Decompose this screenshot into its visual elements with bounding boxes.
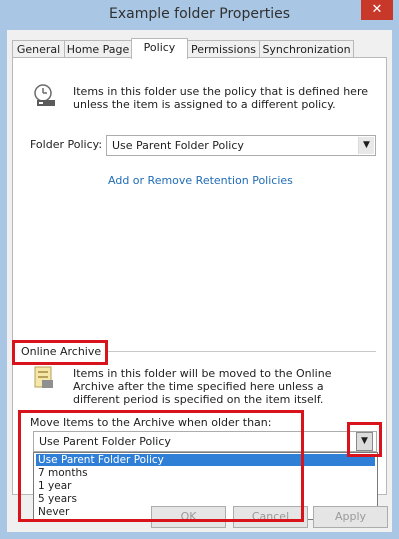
tab-permissions[interactable]: Permissions: [187, 40, 260, 58]
folder-policy-label: Folder Policy:: [30, 138, 103, 151]
properties-window: Example folder Properties ✕ General Home…: [0, 0, 399, 539]
close-button[interactable]: ✕: [361, 0, 393, 20]
archive-icon: [33, 365, 55, 389]
retention-policy-icon: [33, 83, 59, 109]
chevron-down-icon[interactable]: ▼: [358, 137, 374, 154]
policy-description: Items in this folder use the policy that…: [73, 85, 368, 111]
add-remove-policies-link[interactable]: Add or Remove Retention Policies: [108, 174, 293, 187]
dropdown-arrow-highlight: [347, 422, 382, 457]
title-bar[interactable]: Example folder Properties ✕: [0, 0, 399, 30]
tab-policy[interactable]: Policy: [131, 38, 188, 59]
folder-policy-value: Use Parent Folder Policy: [112, 139, 244, 152]
close-icon: ✕: [371, 2, 383, 17]
tab-synchronization[interactable]: Synchronization: [259, 40, 354, 58]
folder-policy-select[interactable]: Use Parent Folder Policy ▼: [106, 135, 376, 156]
window-title: Example folder Properties: [108, 6, 291, 22]
archive-description: Items in this folder will be moved to th…: [73, 367, 332, 406]
archive-dropdown-highlight: [18, 410, 304, 522]
tab-home-page[interactable]: Home Page: [64, 40, 132, 58]
apply-button[interactable]: Apply: [313, 506, 388, 528]
section-divider: [108, 351, 376, 352]
online-archive-highlight: [12, 340, 108, 365]
tab-general[interactable]: General: [12, 40, 65, 58]
